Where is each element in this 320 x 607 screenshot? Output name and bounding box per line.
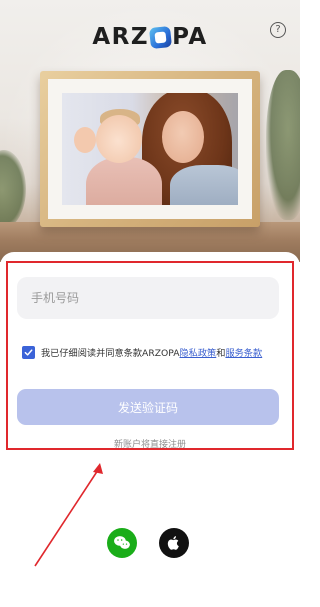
mother-shirt: [170, 165, 238, 205]
family-photo: [62, 93, 238, 205]
wechat-icon: [114, 536, 130, 549]
logo-text-right: PA: [172, 24, 208, 50]
brand-logo: ARZ PA: [0, 22, 300, 52]
baby-body: [86, 157, 162, 205]
digital-photo-frame: [40, 71, 260, 227]
apple-login-button[interactable]: [159, 528, 189, 558]
apple-icon: [167, 536, 179, 550]
mother-face: [162, 111, 204, 163]
login-screen: ARZ PA ? 我已仔细阅读并同意条款ARZOPA隐私政策和服务条款 发送验证…: [0, 0, 300, 607]
baby-head: [96, 115, 142, 163]
wechat-login-button[interactable]: [107, 528, 137, 558]
annotation-highlight-box: [6, 261, 294, 450]
baby-hand: [74, 127, 96, 153]
logo-o-mark-icon: [149, 25, 173, 49]
plant-decoration-right: [266, 70, 300, 220]
logo-wordmark: ARZ PA: [92, 24, 207, 50]
logo-text-left: ARZ: [92, 24, 150, 50]
help-question-icon[interactable]: ?: [270, 22, 286, 38]
